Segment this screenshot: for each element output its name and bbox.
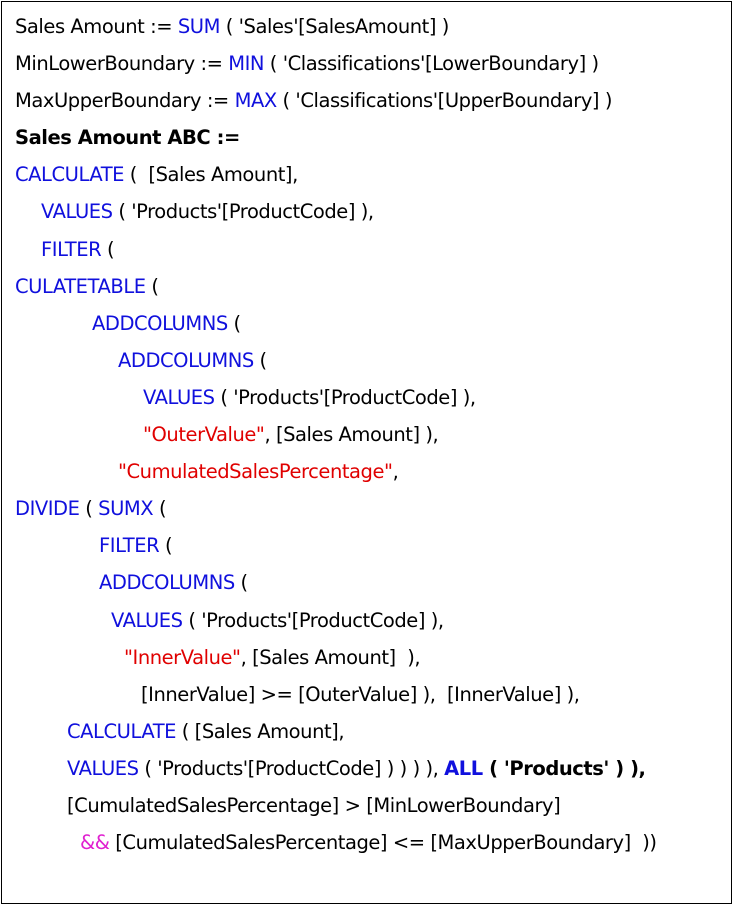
- code-token: (: [227, 311, 242, 335]
- dax-code-block: Sales Amount := SUM ( 'Sales'[SalesAmoun…: [2, 8, 731, 861]
- code-token: [CumulatedSalesPercentage] <= [MaxUpperB…: [109, 831, 657, 855]
- code-line: VALUES ( 'Products'[ProductCode] ),: [2, 602, 731, 639]
- code-line: "InnerValue", [Sales Amount] ),: [2, 639, 731, 676]
- code-token: VALUES: [143, 385, 215, 409]
- code-line: VALUES ( 'Products'[ProductCode] ),: [2, 379, 731, 416]
- code-token: MIN: [228, 52, 265, 76]
- code-token: CULATETABLE: [15, 274, 146, 298]
- code-token: ( [Sales Amount],: [124, 163, 299, 187]
- code-line: DIVIDE ( SUMX (: [2, 490, 731, 527]
- code-token: ,: [392, 460, 399, 484]
- code-token: ( 'Classifications'[LowerBoundary] ): [264, 52, 599, 76]
- code-line: [InnerValue] >= [OuterValue] ), [InnerVa…: [2, 676, 731, 713]
- code-token: VALUES: [67, 756, 139, 780]
- code-token: CALCULATE: [15, 163, 125, 187]
- code-token: ( 'Sales'[SalesAmount] ): [219, 15, 450, 38]
- code-token: [CumulatedSalesPercentage] > [MinLowerBo…: [67, 793, 561, 817]
- code-line: VALUES ( 'Products'[ProductCode] ),: [2, 193, 731, 230]
- code-token: Sales Amount :=: [15, 15, 178, 38]
- code-line: MinLowerBoundary := MIN ( 'Classificatio…: [2, 45, 731, 82]
- code-token: ( 'Classifications'[UpperBoundary] ): [276, 89, 613, 113]
- code-token: ( 'Products'[ProductCode] ),: [214, 385, 476, 409]
- code-line: ADDCOLUMNS (: [2, 342, 731, 379]
- code-token: (: [79, 497, 99, 521]
- code-token: "OuterValue": [143, 423, 265, 447]
- code-token: [InnerValue] >= [OuterValue] ), [InnerVa…: [141, 682, 580, 706]
- code-token: , [Sales Amount] ),: [240, 645, 421, 669]
- code-line: ADDCOLUMNS (: [2, 564, 731, 601]
- code-token: (: [145, 274, 159, 298]
- code-token: FILTER: [99, 534, 160, 558]
- code-line: "OuterValue", [Sales Amount] ),: [2, 416, 731, 453]
- code-token: MinLowerBoundary :=: [15, 52, 229, 76]
- code-line: "CumulatedSalesPercentage",: [2, 453, 731, 490]
- code-token: (: [101, 237, 115, 261]
- code-token: DIVIDE: [15, 497, 80, 521]
- code-token: SUMX: [98, 497, 154, 521]
- code-listing-frame: Sales Amount := SUM ( 'Sales'[SalesAmoun…: [1, 1, 732, 904]
- code-token: (: [153, 497, 167, 521]
- code-token: ADDCOLUMNS: [118, 348, 254, 372]
- code-line: Sales Amount := SUM ( 'Sales'[SalesAmoun…: [2, 8, 731, 45]
- code-token: ALL: [444, 756, 483, 780]
- code-token: FILTER: [41, 237, 102, 261]
- code-line: Sales Amount ABC :=: [2, 119, 731, 156]
- code-token: MAX: [234, 89, 278, 113]
- code-token: (: [253, 348, 268, 372]
- code-line: VALUES ( 'Products'[ProductCode] ) ) ) )…: [2, 750, 731, 787]
- code-token: (: [234, 571, 249, 595]
- code-token: "CumulatedSalesPercentage": [118, 460, 393, 484]
- code-line: CALCULATE ( [Sales Amount],: [2, 156, 731, 193]
- code-token: ( [Sales Amount],: [176, 719, 345, 743]
- code-token: (: [159, 534, 173, 558]
- code-line: FILTER (: [2, 527, 731, 564]
- code-line: CALCULATE ( [Sales Amount],: [2, 713, 731, 750]
- code-token: ( 'Products'[ProductCode] ),: [112, 200, 374, 224]
- code-line: ADDCOLUMNS (: [2, 305, 731, 342]
- code-token: , [Sales Amount] ),: [264, 423, 439, 447]
- code-token: ( 'Products'[ProductCode] ),: [182, 608, 444, 632]
- code-token: VALUES: [41, 200, 113, 224]
- code-token: "InnerValue": [124, 645, 241, 669]
- code-token: SUM: [177, 15, 221, 38]
- code-token: ( 'Products' ) ),: [482, 756, 646, 780]
- code-token: ( 'Products'[ProductCode] ) ) ) ),: [138, 756, 445, 780]
- code-line: CULATETABLE (: [2, 268, 731, 305]
- code-token: ADDCOLUMNS: [99, 571, 235, 595]
- code-line: && [CumulatedSalesPercentage] <= [MaxUpp…: [2, 824, 731, 861]
- code-line: [CumulatedSalesPercentage] > [MinLowerBo…: [2, 787, 731, 824]
- code-token: ADDCOLUMNS: [92, 311, 228, 335]
- code-token: MaxUpperBoundary :=: [15, 89, 235, 113]
- code-token: VALUES: [111, 608, 183, 632]
- code-token: CALCULATE: [67, 719, 177, 743]
- code-token: &&: [80, 831, 110, 855]
- code-line: FILTER (: [2, 231, 731, 268]
- code-line: MaxUpperBoundary := MAX ( 'Classificatio…: [2, 82, 731, 119]
- code-token: Sales Amount ABC :=: [15, 126, 240, 150]
